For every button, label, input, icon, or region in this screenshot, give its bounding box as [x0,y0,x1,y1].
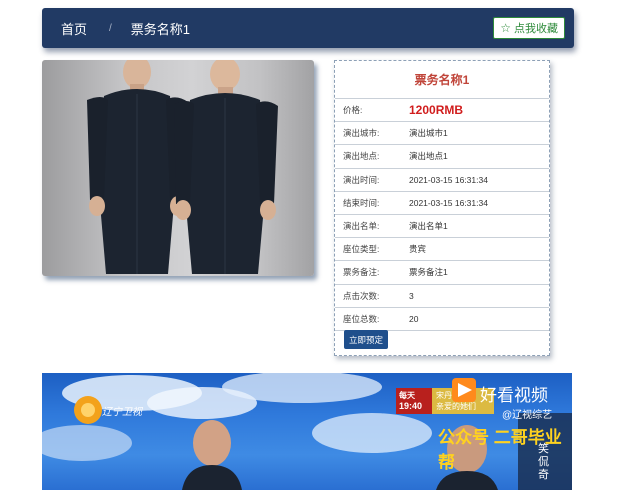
detail-value: 2021-03-15 16:31:34 [409,174,488,185]
detail-row-venue: 演出地点: 演出地点1 [335,145,549,169]
ticket-photo [42,60,314,276]
channel-logo-text: 辽宁卫视 [102,407,142,418]
detail-label: 票务备注: [343,267,380,278]
detail-row-start-time: 演出时间: 2021-03-15 16:31:34 [335,169,549,192]
breadcrumb-current: 票务名称1 [130,21,191,37]
detail-value: 20 [409,313,419,324]
detail-label: 座位类型: [343,244,380,255]
time-box-line2: 19:40 [399,401,423,411]
detail-label: 座位总数: [343,313,380,324]
program-line1: 宋丹 [436,391,452,400]
side-caption: 笑侃奇 [538,443,549,481]
detail-row-clicks: 点击次数: 3 [335,285,549,308]
detail-value: 3 [409,290,414,301]
detail-row-performers: 演出名单: 演出名单1 [335,215,549,239]
breadcrumb-separator: / [109,22,112,34]
detail-value: 票务备注1 [409,267,448,278]
detail-row-seat-type: 座位类型: 贵宾 [335,238,549,262]
detail-row-seat-total: 座位总数: 20 [335,308,549,331]
performers-photo-svg [87,60,278,274]
detail-value: 演出城市1 [409,128,448,139]
breadcrumb-home-link[interactable]: 首页 [61,19,87,38]
top-nav-bar: 首页 / 票务名称1 ☆ 点我收藏 [42,8,574,48]
ticket-detail-panel: 票务名称1 价格: 1200RMB 演出城市: 演出城市1 演出地点: 演出地点… [334,60,550,356]
detail-row-price: 价格: 1200RMB [335,99,549,123]
favorite-button-label: 点我收藏 [514,23,558,35]
book-now-button[interactable]: 立即预定 [344,330,389,349]
detail-label: 点击次数: [343,290,380,301]
star-icon: ☆ [500,21,511,35]
detail-label: 演出地点: [343,151,380,162]
detail-row-city: 演出城市: 演出城市1 [335,122,549,146]
account-handle: @辽视综艺 [502,410,553,421]
detail-label: 演出名单: [343,221,380,232]
ticket-title: 票务名称1 [335,61,549,99]
detail-label: 价格: [343,105,363,116]
favorite-button[interactable]: ☆ 点我收藏 [493,17,565,39]
detail-label: 演出城市: [343,128,380,139]
app-name: 好看视频 [480,386,548,405]
detail-row-end-time: 结束时间: 2021-03-15 16:31:34 [335,192,549,215]
video-player[interactable]: 辽宁卫视 每天 19:40 宋丹 亲爱的她们 好看视频 @辽视综艺 公众号 二哥… [42,373,572,490]
detail-label: 演出时间: [343,174,380,185]
detail-value: 贵宾 [409,244,427,255]
detail-value: 2021-03-15 16:31:34 [409,197,488,208]
time-box-line1: 每天 [399,391,415,400]
detail-value: 演出地点1 [409,151,448,162]
detail-row-remark: 票务备注: 票务备注1 [335,261,549,285]
program-line2: 亲爱的她们 [436,402,476,411]
detail-label: 结束时间: [343,197,380,208]
detail-value: 演出名单1 [409,221,448,232]
price-value: 1200RMB [409,103,464,118]
